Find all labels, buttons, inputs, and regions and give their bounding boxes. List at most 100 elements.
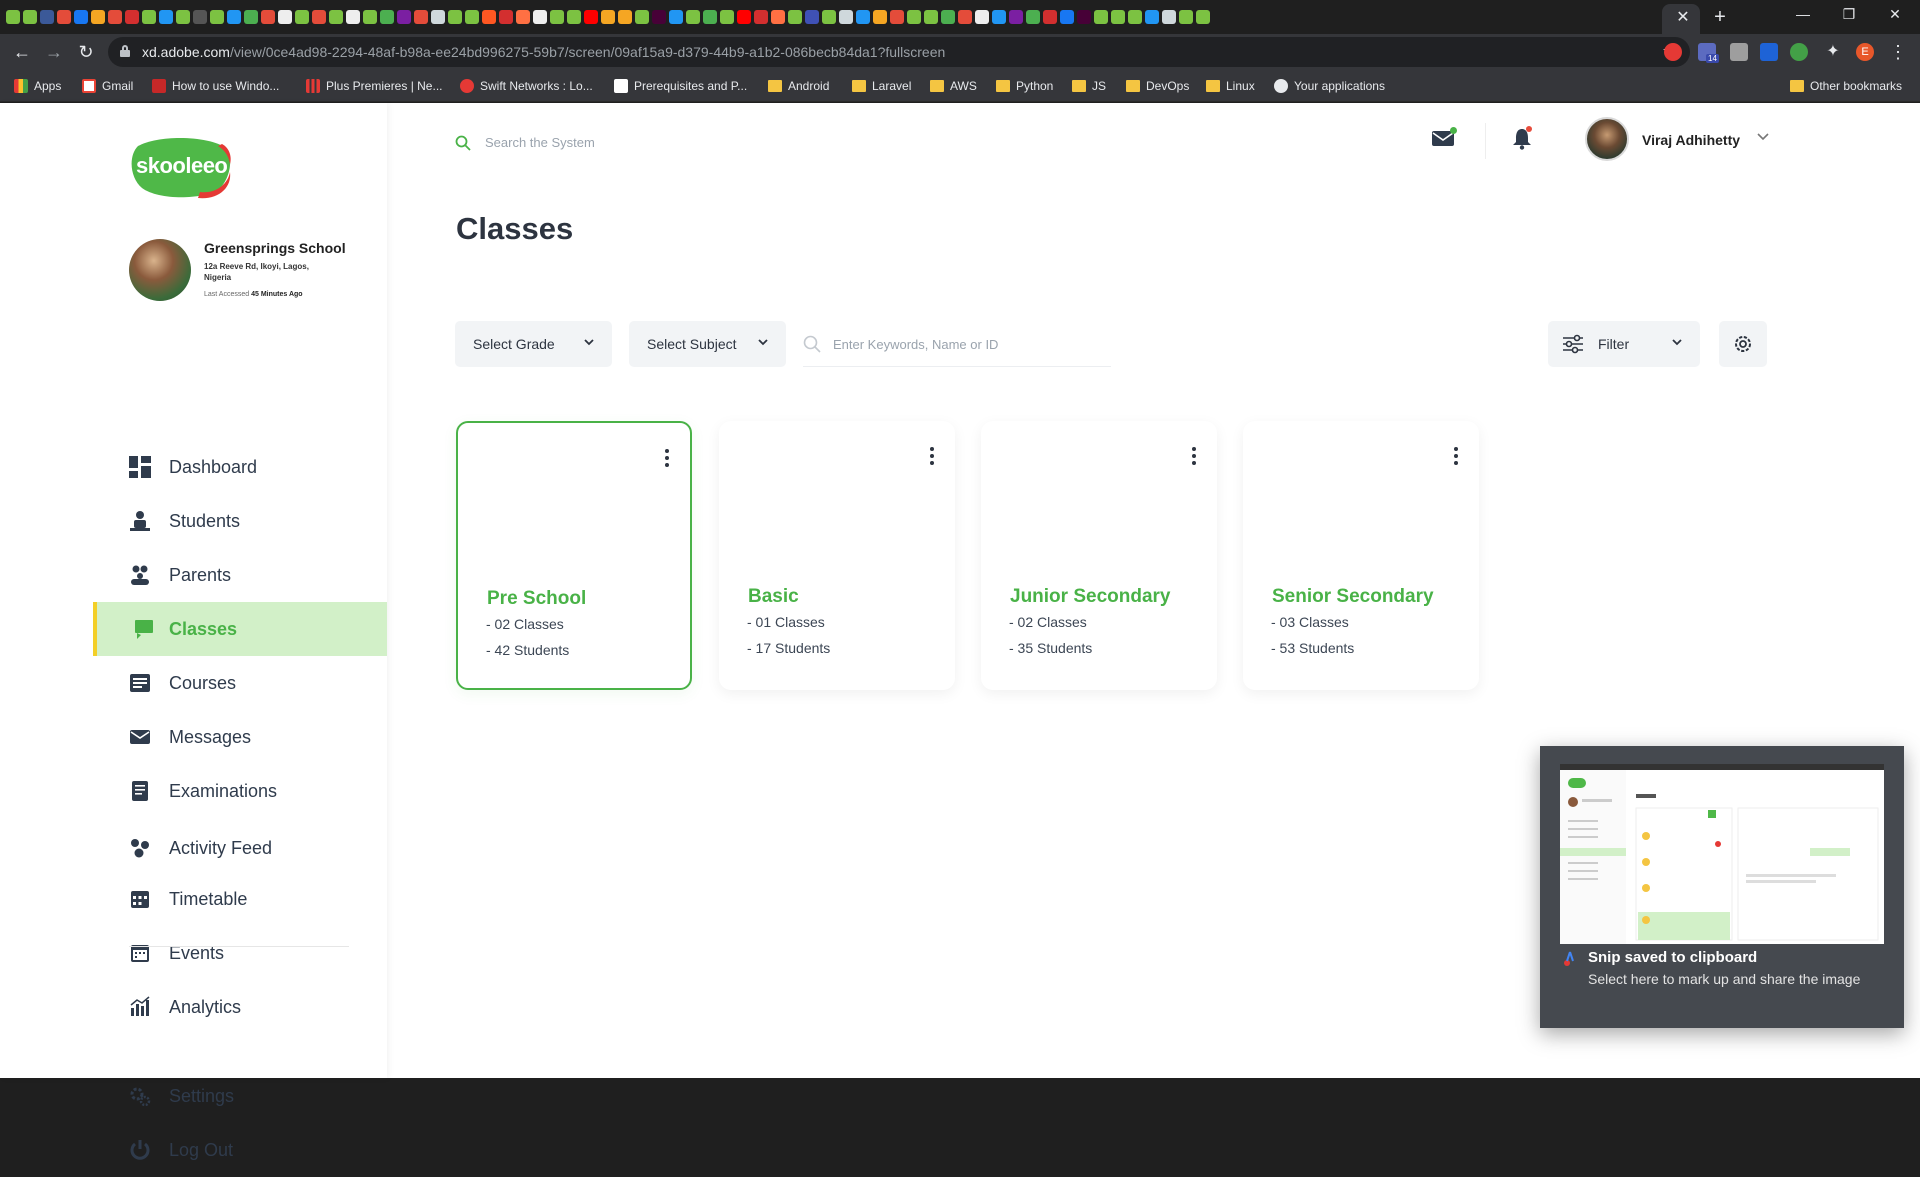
tab-favicon[interactable] bbox=[533, 10, 547, 24]
snip-notification-toast[interactable]: Snip saved to clipboard Select here to m… bbox=[1540, 746, 1904, 1028]
window-minimize-icon[interactable]: — bbox=[1780, 0, 1826, 30]
extension-icon[interactable] bbox=[1760, 43, 1778, 61]
bookmark-apps[interactable]: Apps bbox=[14, 77, 61, 95]
back-arrow-icon[interactable]: ← bbox=[10, 40, 34, 64]
sidebar-item-dashboard[interactable]: Dashboard bbox=[0, 440, 387, 494]
tab-favicon[interactable] bbox=[856, 10, 870, 24]
tab-favicon[interactable] bbox=[261, 10, 275, 24]
skooleeo-logo[interactable]: skooleeo bbox=[130, 134, 232, 200]
tab-favicon[interactable] bbox=[941, 10, 955, 24]
tab-favicon[interactable] bbox=[159, 10, 173, 24]
tab-favicon[interactable] bbox=[142, 10, 156, 24]
tab-favicon[interactable] bbox=[567, 10, 581, 24]
bookmark-plus-premieres[interactable]: Plus Premieres | Ne... bbox=[306, 77, 442, 95]
tab-favicon[interactable] bbox=[380, 10, 394, 24]
search-input[interactable]: Search the System bbox=[485, 135, 595, 150]
tab-favicon[interactable] bbox=[1077, 10, 1091, 24]
sidebar-item-events[interactable]: Events bbox=[0, 926, 387, 980]
filter-button[interactable]: Filter bbox=[1548, 321, 1700, 367]
window-restore-icon[interactable]: ❐ bbox=[1826, 0, 1872, 30]
tab-favicon[interactable] bbox=[278, 10, 292, 24]
tab-favicon[interactable] bbox=[839, 10, 853, 24]
tab-favicon[interactable] bbox=[958, 10, 972, 24]
tab-favicon[interactable] bbox=[635, 10, 649, 24]
forward-arrow-icon[interactable]: → bbox=[42, 40, 66, 64]
tab-favicon[interactable] bbox=[295, 10, 309, 24]
tab-favicon[interactable] bbox=[193, 10, 207, 24]
tab-favicon[interactable] bbox=[346, 10, 360, 24]
tab-favicon[interactable] bbox=[431, 10, 445, 24]
tab-favicon[interactable] bbox=[686, 10, 700, 24]
tab-favicon[interactable] bbox=[210, 10, 224, 24]
tab-favicon[interactable] bbox=[788, 10, 802, 24]
tab-favicon[interactable] bbox=[448, 10, 462, 24]
sidebar-item-courses[interactable]: Courses bbox=[0, 656, 387, 710]
chevron-down-icon[interactable] bbox=[1756, 129, 1770, 143]
keyword-search-field[interactable]: Enter Keywords, Name or ID bbox=[803, 321, 1111, 367]
tab-favicon[interactable] bbox=[1094, 10, 1108, 24]
tab-favicon[interactable] bbox=[57, 10, 71, 24]
sidebar-item-classes[interactable]: Classes bbox=[93, 602, 387, 656]
tab-favicon[interactable] bbox=[771, 10, 785, 24]
tab-favicon[interactable] bbox=[601, 10, 615, 24]
extension-icon[interactable] bbox=[1664, 43, 1682, 61]
tab-favicon[interactable] bbox=[618, 10, 632, 24]
tab-favicon[interactable] bbox=[992, 10, 1006, 24]
more-options-icon[interactable] bbox=[1191, 447, 1197, 465]
tab-close-icon[interactable]: ✕ bbox=[1673, 8, 1693, 28]
tab-favicon[interactable] bbox=[1196, 10, 1210, 24]
tab-favicon[interactable] bbox=[516, 10, 530, 24]
tab-favicon[interactable] bbox=[1145, 10, 1159, 24]
extensions-puzzle-icon[interactable]: ✦ bbox=[1824, 43, 1842, 61]
tab-favicon[interactable] bbox=[737, 10, 751, 24]
tab-favicon[interactable] bbox=[907, 10, 921, 24]
tab-favicon[interactable] bbox=[720, 10, 734, 24]
tab-favicon[interactable] bbox=[176, 10, 190, 24]
tab-favicon[interactable] bbox=[244, 10, 258, 24]
profile-avatar[interactable]: E bbox=[1856, 43, 1874, 61]
tab-favicon[interactable] bbox=[6, 10, 20, 24]
global-search[interactable]: Search the System bbox=[455, 133, 855, 153]
class-card-junior-secondary[interactable]: Junior Secondary - 02 Classes - 35 Stude… bbox=[981, 421, 1217, 690]
reload-icon[interactable]: ↻ bbox=[74, 40, 98, 64]
tab-favicon[interactable] bbox=[227, 10, 241, 24]
tab-favicon[interactable] bbox=[873, 10, 887, 24]
more-options-icon[interactable] bbox=[1453, 447, 1459, 465]
user-avatar[interactable] bbox=[1585, 117, 1629, 161]
sidebar-item-activity-feed[interactable]: Activity Feed bbox=[0, 821, 387, 875]
tab-favicon[interactable] bbox=[363, 10, 377, 24]
bookmark-devops[interactable]: DevOps bbox=[1126, 77, 1189, 95]
tab-favicon[interactable] bbox=[1060, 10, 1074, 24]
class-card-senior-secondary[interactable]: Senior Secondary - 03 Classes - 53 Stude… bbox=[1243, 421, 1479, 690]
tab-favicon[interactable] bbox=[74, 10, 88, 24]
tab-favicon[interactable] bbox=[669, 10, 683, 24]
keyword-search-input[interactable]: Enter Keywords, Name or ID bbox=[833, 337, 998, 352]
bookmark-prerequisites[interactable]: Prerequisites and P... bbox=[614, 77, 747, 95]
subject-select[interactable]: Select Subject bbox=[629, 321, 786, 367]
browser-menu-icon[interactable]: ⋮ bbox=[1886, 40, 1910, 64]
tab-favicon[interactable] bbox=[924, 10, 938, 24]
tab-favicon[interactable] bbox=[754, 10, 768, 24]
tab-favicon[interactable] bbox=[465, 10, 479, 24]
tab-favicon[interactable] bbox=[703, 10, 717, 24]
bookmark-other[interactable]: Other bookmarks bbox=[1790, 77, 1902, 95]
bookmark-js[interactable]: JS bbox=[1072, 77, 1106, 95]
bookmark-your-applications[interactable]: Your applications bbox=[1274, 77, 1385, 95]
sidebar-item-messages[interactable]: Messages bbox=[0, 710, 387, 764]
extension-icon[interactable] bbox=[1790, 43, 1808, 61]
sidebar-item-settings[interactable]: Settings bbox=[0, 1069, 387, 1123]
class-card-pre-school[interactable]: Pre School - 02 Classes - 42 Students bbox=[456, 421, 692, 690]
bookmark-python[interactable]: Python bbox=[996, 77, 1053, 95]
settings-button[interactable] bbox=[1719, 321, 1767, 367]
tab-favicon[interactable] bbox=[1128, 10, 1142, 24]
tab-favicon[interactable] bbox=[23, 10, 37, 24]
tab-favicon[interactable] bbox=[397, 10, 411, 24]
bookmark-linux[interactable]: Linux bbox=[1206, 77, 1255, 95]
tab-favicon[interactable] bbox=[822, 10, 836, 24]
tab-favicon[interactable] bbox=[482, 10, 496, 24]
url-text[interactable]: xd.adobe.com/view/0ce4ad98-2294-48af-b98… bbox=[142, 44, 945, 60]
tab-favicon[interactable] bbox=[1026, 10, 1040, 24]
user-name[interactable]: Viraj Adhihetty bbox=[1642, 132, 1740, 148]
bookmark-swift[interactable]: Swift Networks : Lo... bbox=[460, 77, 593, 95]
bookmark-android[interactable]: Android bbox=[768, 77, 829, 95]
